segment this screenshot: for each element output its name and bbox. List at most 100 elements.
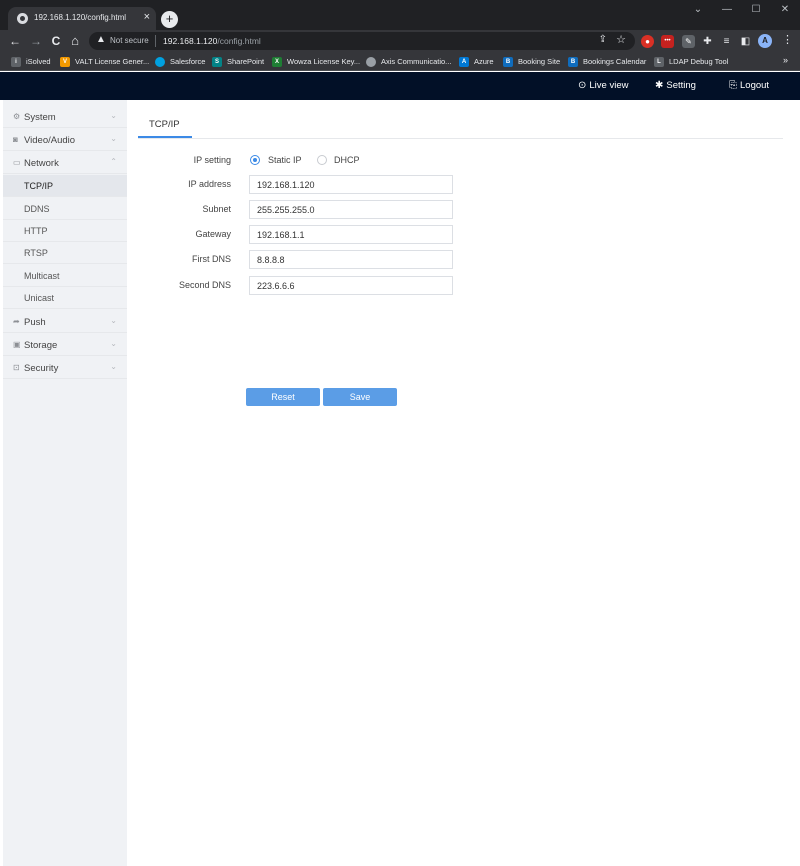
extensions-puzzle-icon[interactable]: ✚: [701, 35, 714, 48]
sidebar-item-system[interactable]: ⚙ System ⌄: [3, 106, 127, 128]
url-host: 192.168.1.120: [163, 36, 218, 46]
disk-icon: ▣: [13, 340, 21, 349]
lock-icon: ⊡: [13, 363, 20, 372]
tab-search-icon[interactable]: ⌄: [684, 0, 712, 20]
bookmark-item[interactable]: L LDAP Debug Tool: [654, 55, 728, 68]
bookmark-star-icon[interactable]: ☆: [616, 33, 626, 46]
chevron-down-icon: ⌄: [110, 362, 117, 371]
home-icon[interactable]: ⌂: [66, 32, 84, 50]
browser-tab[interactable]: 192.168.1.120/config.html ×: [8, 7, 156, 30]
dhcp-label[interactable]: DHCP: [334, 155, 360, 165]
bookmark-icon: S: [212, 56, 222, 67]
bookmark-item[interactable]: S SharePoint: [212, 55, 264, 68]
sidebar-item-http[interactable]: HTTP: [3, 220, 127, 242]
address-bar[interactable]: ▲ Not secure 192.168.1.120/config.html ⇪…: [89, 32, 635, 50]
subnet-field[interactable]: [249, 200, 453, 219]
chevron-up-icon: ⌃: [110, 157, 117, 166]
ip-setting-label: IP setting: [193, 155, 231, 165]
browser-title-bar: 192.168.1.120/config.html × + ⌄ — ☐ ✕: [0, 0, 800, 30]
sidebar: ⚙ System ⌄ ◙ Video/Audio ⌄ ▭ Network ⌃ T…: [3, 100, 127, 866]
back-icon[interactable]: ←: [6, 32, 24, 50]
menu-icon[interactable]: ⋮: [782, 33, 793, 46]
bookmark-item[interactable]: A Azure: [459, 55, 494, 68]
bookmark-item[interactable]: Salesforce: [155, 55, 205, 68]
bookmark-item[interactable]: B Bookings Calendar: [568, 55, 646, 68]
bookmark-icon: A: [459, 56, 469, 67]
sidebar-item-ddns[interactable]: DDNS: [3, 198, 127, 220]
bookmark-icon: [155, 56, 165, 67]
ip-address-field[interactable]: [249, 175, 453, 194]
sidebar-item-tcp-ip[interactable]: TCP/IP: [3, 175, 127, 197]
gateway-label: Gateway: [195, 229, 231, 239]
ip-address-label: IP address: [188, 179, 231, 189]
second-dns-field[interactable]: [249, 276, 453, 295]
app-header: ⊙ Live view ✱ Setting ⎘ Logout: [0, 72, 800, 100]
subnet-label: Subnet: [202, 204, 231, 214]
chevron-down-icon: ⌄: [110, 134, 117, 143]
url-text[interactable]: 192.168.1.120/config.html: [163, 36, 261, 46]
gateway-field[interactable]: [249, 225, 453, 244]
bookmark-icon: V: [60, 56, 70, 67]
setting-link[interactable]: ✱ Setting: [655, 80, 696, 91]
new-tab-button[interactable]: +: [161, 11, 178, 28]
extension-red-icon[interactable]: ●: [641, 35, 654, 48]
extension-gray-icon[interactable]: ✎: [682, 35, 695, 48]
globe-icon: [17, 13, 28, 24]
dhcp-radio[interactable]: [317, 155, 327, 165]
logout-icon: ⎘: [729, 80, 737, 91]
bookmark-item[interactable]: B Booking Site: [503, 55, 560, 68]
bookmarks-overflow-icon[interactable]: »: [783, 55, 788, 65]
reload-icon[interactable]: C: [47, 32, 65, 50]
logout-link[interactable]: ⎘ Logout: [729, 80, 769, 91]
profile-avatar[interactable]: A: [758, 34, 772, 48]
bookmark-icon: i: [11, 56, 21, 67]
sidebar-item-rtsp[interactable]: RTSP: [3, 242, 127, 264]
bookmark-icon: B: [503, 56, 513, 67]
second-dns-label: Second DNS: [178, 280, 231, 290]
monitor-icon: ▭: [13, 158, 21, 167]
sidebar-item-multicast[interactable]: Multicast: [3, 265, 127, 287]
not-secure-label: Not secure: [110, 36, 149, 45]
push-icon: ➦: [13, 317, 20, 326]
sidebar-item-push[interactable]: ➦ Push ⌄: [3, 311, 127, 333]
bookmark-icon: [366, 56, 376, 67]
reset-button[interactable]: Reset: [246, 388, 320, 406]
bookmark-item[interactable]: Axis Communicatio...: [366, 55, 451, 68]
reading-list-icon[interactable]: ≡: [720, 35, 733, 48]
url-path: /config.html: [217, 36, 261, 46]
live-view-link[interactable]: ⊙ Live view: [578, 80, 628, 91]
bookmark-item[interactable]: X Wowza License Key...: [272, 55, 360, 68]
first-dns-label: First DNS: [192, 254, 231, 264]
sidebar-item-security[interactable]: ⊡ Security ⌄: [3, 357, 127, 379]
sidebar-item-storage[interactable]: ▣ Storage ⌄: [3, 334, 127, 356]
first-dns-field[interactable]: [249, 250, 453, 269]
tab-close-icon[interactable]: ×: [144, 11, 150, 24]
warning-triangle-icon[interactable]: ▲: [96, 34, 106, 45]
play-circle-icon: ⊙: [578, 80, 587, 91]
bookmark-icon: X: [272, 56, 282, 67]
minimize-icon[interactable]: —: [713, 0, 741, 20]
bookmarks-bar: i iSolved V VALT License Gener... Salesfor…: [0, 52, 800, 71]
save-button[interactable]: Save: [323, 388, 397, 406]
sidebar-item-unicast[interactable]: Unicast: [3, 287, 127, 309]
sidebar-item-video-audio[interactable]: ◙ Video/Audio ⌄: [3, 129, 127, 151]
bookmark-icon: B: [568, 56, 578, 67]
share-icon[interactable]: ⇪: [599, 34, 607, 45]
chevron-down-icon: ⌄: [110, 339, 117, 348]
sidebar-item-network[interactable]: ▭ Network ⌃: [3, 152, 127, 174]
tab-title: 192.168.1.120/config.html: [34, 13, 127, 22]
static-ip-radio[interactable]: [250, 155, 260, 165]
divider: [155, 35, 156, 47]
static-ip-label[interactable]: Static IP: [268, 155, 302, 165]
camera-icon: ◙: [13, 135, 18, 144]
tab-tcp-ip[interactable]: TCP/IP: [138, 113, 192, 138]
gear-icon: ⚙: [13, 112, 21, 121]
bookmark-item[interactable]: V VALT License Gener...: [60, 55, 149, 68]
extension-lastpass-icon[interactable]: •••: [661, 35, 674, 48]
side-panel-icon[interactable]: ◧: [739, 35, 752, 48]
close-window-icon[interactable]: ✕: [771, 0, 799, 20]
bookmark-item[interactable]: i iSolved: [11, 55, 51, 68]
forward-icon[interactable]: →: [27, 32, 45, 50]
maximize-icon[interactable]: ☐: [742, 0, 770, 20]
gear-icon: ✱: [655, 80, 664, 91]
